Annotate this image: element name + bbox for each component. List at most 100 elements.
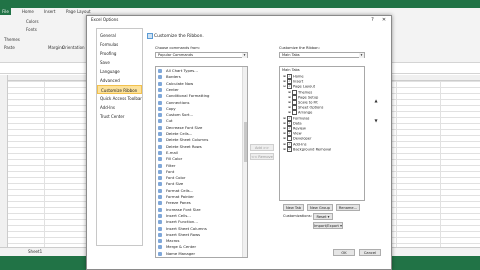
expand-icon[interactable]: ⊞ <box>288 111 291 114</box>
commands-scrollbar[interactable] <box>242 67 247 257</box>
expand-icon[interactable]: ⊞ <box>283 75 286 78</box>
command-item[interactable]: Increase Font Size <box>156 207 242 213</box>
expand-icon[interactable]: ⊞ <box>283 142 286 146</box>
fonts-button[interactable]: Fonts <box>26 27 37 32</box>
expand-icon[interactable]: ⊞ <box>283 80 286 83</box>
excel-title-bar <box>0 0 480 8</box>
expand-icon[interactable]: ⊞ <box>288 106 291 109</box>
command-item[interactable]: Copy <box>156 106 242 112</box>
expand-icon[interactable]: ⊞ <box>283 127 286 130</box>
command-icon <box>158 87 162 92</box>
ribbon-tabs-tree[interactable]: Main Tabs ⊞ ✓ Home ⊞ ✓ Insert ⊟ ✓ Page Layout ⊞ The… <box>279 66 365 201</box>
close-icon[interactable]: ✕ <box>379 17 389 23</box>
command-item[interactable]: E-mail <box>156 150 242 156</box>
command-item[interactable]: Custom Sort... <box>156 112 242 118</box>
expand-icon[interactable]: ⊞ <box>288 101 291 104</box>
command-icon <box>158 188 162 193</box>
expand-icon[interactable]: ⊞ <box>283 147 286 151</box>
tab-page-layout[interactable]: Page Layout <box>66 9 91 14</box>
command-item[interactable]: Conditional Formatting <box>156 93 242 99</box>
nav-item-language[interactable]: Language <box>97 67 142 76</box>
dialog-title: Excel Options <box>91 17 119 22</box>
tab-home[interactable]: Home <box>22 9 34 14</box>
command-item[interactable]: Merge & Center <box>156 244 242 250</box>
add-button[interactable]: Add >> <box>250 144 274 151</box>
cancel-button[interactable]: Cancel <box>359 249 381 256</box>
command-label: Copy <box>166 105 176 111</box>
choose-commands-dropdown[interactable]: Popular Commands ▾ <box>155 52 248 58</box>
expand-icon[interactable]: ⊞ <box>288 95 291 99</box>
command-item[interactable]: Delete Sheet Columns <box>156 137 242 143</box>
expand-icon[interactable]: ⊞ <box>283 121 286 125</box>
command-item[interactable]: Delete Cells... <box>156 131 242 137</box>
tab-insert[interactable]: Insert <box>44 9 55 14</box>
nav-item-advanced[interactable]: Advanced <box>97 76 142 85</box>
expand-icon[interactable]: ⊞ <box>283 137 286 140</box>
tree-node-label: Home <box>293 74 304 79</box>
command-item[interactable]: Borders <box>156 74 242 80</box>
command-item[interactable]: Filter <box>156 163 242 169</box>
rename-button[interactable]: Rename... <box>336 204 360 211</box>
command-item[interactable]: Connections <box>156 100 242 106</box>
orientation-button[interactable]: Orientation <box>62 45 85 50</box>
nav-item-trust-center[interactable]: Trust Center <box>97 112 142 121</box>
command-item[interactable]: Macros <box>156 238 242 244</box>
command-item[interactable]: Insert Sheet Columns <box>156 226 242 232</box>
nav-item-formulas[interactable]: Formulas <box>97 40 142 49</box>
command-item[interactable]: Insert Function... <box>156 219 242 225</box>
nav-item-add-ins[interactable]: Add-Ins <box>97 103 142 112</box>
checkbox[interactable]: ✓ <box>287 146 292 152</box>
command-label: Delete Cells... <box>166 131 193 136</box>
command-item[interactable]: Font Size <box>156 181 242 187</box>
command-icon <box>158 201 162 206</box>
nav-item-general[interactable]: General <box>97 31 142 40</box>
remove-button[interactable]: << Remove <box>250 153 274 160</box>
expand-icon[interactable]: ⊞ <box>288 90 291 94</box>
command-label: Decrease Font Size <box>166 124 203 130</box>
command-item[interactable]: Fill Color <box>156 156 242 162</box>
scroll-thumb[interactable] <box>244 122 247 162</box>
nav-item-quick-access-toolbar[interactable]: Quick Access Toolbar <box>97 94 142 103</box>
expand-icon[interactable]: ⊞ <box>283 132 286 135</box>
command-label: Insert Sheet Rows <box>166 231 201 237</box>
ok-button[interactable]: OK <box>333 249 355 256</box>
new-group-button[interactable]: New Group <box>307 204 333 211</box>
expand-icon[interactable]: ⊞ <box>283 116 286 120</box>
move-up-icon[interactable]: ▲ <box>373 98 379 104</box>
command-item[interactable]: Format Painter <box>156 194 242 200</box>
command-item[interactable]: Calculate Now <box>156 81 242 87</box>
commands-list[interactable]: All Chart Types... Borders Calculate Now Ce… <box>155 66 248 258</box>
expand-icon[interactable]: ⊟ <box>283 85 286 88</box>
themes-button[interactable]: Themes <box>4 37 20 42</box>
command-icon <box>158 81 162 86</box>
move-down-icon[interactable]: ▼ <box>373 118 379 124</box>
command-item[interactable]: Center <box>156 87 242 93</box>
sheet-tab-sheet1[interactable]: Sheet1 <box>28 249 42 254</box>
command-item[interactable]: Cut <box>156 118 242 124</box>
command-item[interactable]: Name Manager <box>156 251 242 257</box>
new-tab-button[interactable]: New Tab <box>283 204 304 211</box>
import-export-dropdown[interactable]: Import/Export ▾ <box>313 222 343 229</box>
nav-item-proofing[interactable]: Proofing <box>97 49 142 58</box>
tree-node[interactable]: ⊞ ✓ Background Removal <box>283 146 331 152</box>
command-label: Format Painter <box>166 194 194 199</box>
command-item[interactable]: Insert Cells... <box>156 213 242 219</box>
command-item[interactable]: Font Color <box>156 175 242 181</box>
command-item[interactable]: Decrease Font Size <box>156 125 242 131</box>
customize-ribbon-dropdown[interactable]: Main Tabs ▾ <box>279 52 365 58</box>
command-item[interactable]: Freeze Panes <box>156 200 242 206</box>
command-icon <box>158 157 162 162</box>
colors-button[interactable]: Colors <box>26 19 39 24</box>
command-item[interactable]: Insert Sheet Rows <box>156 232 242 238</box>
command-item[interactable]: Font <box>156 169 242 175</box>
reset-dropdown[interactable]: Reset ▾ <box>313 213 333 220</box>
command-item[interactable]: Delete Sheet Rows <box>156 144 242 150</box>
tab-file[interactable]: File <box>0 8 11 15</box>
nav-item-customize-ribbon[interactable]: Customize Ribbon <box>97 85 142 94</box>
command-label: Insert Cells... <box>166 212 191 218</box>
command-item[interactable]: All Chart Types... <box>156 68 242 74</box>
nav-item-save[interactable]: Save <box>97 58 142 67</box>
help-icon[interactable]: ? <box>368 17 377 23</box>
paste-button[interactable]: Paste <box>4 45 15 50</box>
command-item[interactable]: Format Cells... <box>156 188 242 194</box>
